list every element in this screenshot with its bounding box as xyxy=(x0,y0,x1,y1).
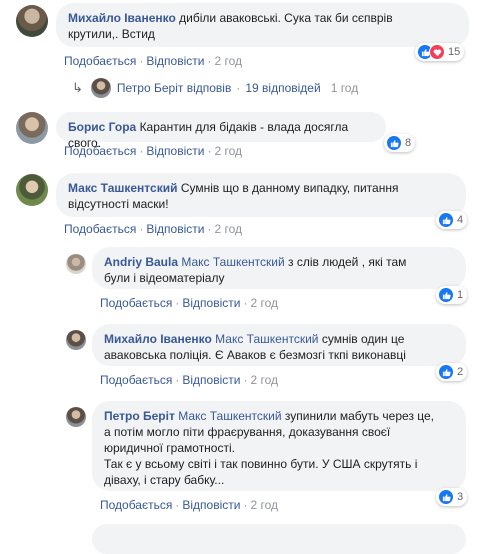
reply-text: юридичної грамотності. xyxy=(104,441,235,455)
reply-bubble: Петро Беріт Макс Ташкентский зупинили ма… xyxy=(92,401,466,491)
avatar xyxy=(90,78,111,98)
separator: · xyxy=(243,498,248,512)
reply-author[interactable]: Andriy Baula xyxy=(104,255,178,269)
reply-text: зупинили мабуть через це, xyxy=(284,409,435,423)
reply-author[interactable]: Петро Беріт xyxy=(104,409,175,423)
comment-author[interactable]: Михайло Іваненко xyxy=(68,11,176,25)
reply-actions: Подобається · Відповісти · 2 год xyxy=(100,498,278,512)
separator: · xyxy=(243,296,248,310)
reply-text: аваковська поліція. Є Аваков є безмозгі … xyxy=(104,348,406,362)
reaction-count: 1 xyxy=(457,289,464,301)
like-icon xyxy=(438,212,454,228)
mention-link[interactable]: Макс Ташкентский xyxy=(178,409,281,423)
avatar[interactable] xyxy=(66,407,86,427)
reply-link[interactable]: Відповісти xyxy=(146,144,204,158)
reaction-count: 8 xyxy=(405,137,412,149)
timestamp[interactable]: 2 год xyxy=(214,222,242,236)
reply-bubble xyxy=(92,524,466,554)
reply-text: з слів людей , які там xyxy=(288,255,407,269)
reply-link[interactable]: Відповісти xyxy=(146,54,204,68)
separator: · xyxy=(207,144,212,158)
comment-bubble: Борис Гора Карантин для бідаків - влада … xyxy=(56,112,386,150)
replier-verb: відповів xyxy=(186,81,232,95)
reaction-count: 4 xyxy=(457,214,464,226)
reaction-summary[interactable]: 1 xyxy=(436,286,468,304)
timestamp[interactable]: 2 год xyxy=(214,54,242,68)
reply-link[interactable]: Відповісти xyxy=(182,373,240,387)
separator: · xyxy=(207,54,212,68)
reaction-summary[interactable]: 15 xyxy=(415,43,465,61)
love-icon xyxy=(429,44,445,60)
comment-actions: Подобається · Відповісти · 2 год xyxy=(64,54,242,68)
comment-bubble: Михайло Іваненко дибіли аваковські. Сука… xyxy=(56,3,469,47)
reply-text: діваху, і стару бабку... xyxy=(104,473,225,487)
like-icon xyxy=(386,135,402,151)
comment-text: відсутності маски! xyxy=(68,197,169,211)
timestamp: 1 год xyxy=(330,81,359,95)
like-link[interactable]: Подобається xyxy=(64,54,136,68)
separator: · xyxy=(175,296,180,310)
reply-text: сумнів один це xyxy=(321,332,405,346)
comment-text: крутили,. Встид xyxy=(68,27,155,41)
reply-arrow-icon: ↳ xyxy=(72,80,83,95)
separator: · xyxy=(139,222,144,236)
separator: · xyxy=(243,373,248,387)
reply-text: були і відеоматеріалу xyxy=(104,271,225,285)
separator: · xyxy=(207,222,212,236)
timestamp[interactable]: 2 год xyxy=(250,373,278,387)
replier-name: Петро Беріт xyxy=(116,81,184,95)
separator: · xyxy=(175,498,180,512)
reply-bubble: Михайло Іваненко Макс Ташкентский сумнів… xyxy=(92,324,466,366)
separator: · xyxy=(139,54,144,68)
separator: · xyxy=(175,373,180,387)
avatar[interactable] xyxy=(66,330,86,350)
reaction-summary[interactable]: 8 xyxy=(384,134,416,152)
like-link[interactable]: Подобається xyxy=(64,144,136,158)
reply-text: а потім могло піти фраєрування, доказува… xyxy=(104,425,391,439)
mention-link[interactable]: Макс Ташкентский xyxy=(215,332,318,346)
avatar[interactable] xyxy=(16,174,48,206)
reaction-count: 3 xyxy=(457,491,464,503)
timestamp[interactable]: 2 год xyxy=(250,498,278,512)
reply-link[interactable]: Відповісти xyxy=(146,222,204,236)
like-link[interactable]: Подобається xyxy=(64,222,136,236)
view-replies-link[interactable]: ↳ Петро Беріт відповів · 19 відповідей 1… xyxy=(72,78,358,98)
comment-actions: Подобається · Відповісти · 2 год xyxy=(64,222,242,236)
comment-text: Сумнів що в данному випадку, питання xyxy=(180,181,399,195)
like-icon xyxy=(438,364,454,380)
separator: · xyxy=(236,81,241,95)
reply-actions: Подобається · Відповісти · 2 год xyxy=(100,373,278,387)
reaction-summary[interactable]: 2 xyxy=(436,363,468,381)
like-icon xyxy=(438,287,454,303)
comment-author[interactable]: Борис Гора xyxy=(68,120,136,134)
comment-author[interactable]: Макс Ташкентский xyxy=(68,181,177,195)
reply-bubble: Andriy Baula Макс Ташкентский з слів люд… xyxy=(92,247,466,289)
comment-text: дибіли аваковські. Сука так би сєпврів xyxy=(179,11,393,25)
timestamp[interactable]: 2 год xyxy=(214,144,242,158)
separator: · xyxy=(139,144,144,158)
mention-link[interactable]: Макс Ташкентский xyxy=(181,255,284,269)
reply-author[interactable]: Михайло Іваненко xyxy=(104,332,212,346)
like-link[interactable]: Подобається xyxy=(100,373,172,387)
reaction-summary[interactable]: 4 xyxy=(436,211,468,229)
comment-bubble: Макс Ташкентский Сумнів що в данному вип… xyxy=(56,173,466,217)
like-icon xyxy=(438,489,454,505)
like-link[interactable]: Подобається xyxy=(100,498,172,512)
avatar[interactable] xyxy=(16,112,48,144)
reaction-summary[interactable]: 3 xyxy=(436,488,468,506)
like-link[interactable]: Подобається xyxy=(100,296,172,310)
reaction-count: 15 xyxy=(448,46,461,58)
reply-link[interactable]: Відповісти xyxy=(182,296,240,310)
avatar[interactable] xyxy=(16,5,48,37)
reply-actions: Подобається · Відповісти · 2 год xyxy=(100,296,278,310)
replies-count: 19 відповідей xyxy=(245,81,321,95)
timestamp[interactable]: 2 год xyxy=(250,296,278,310)
avatar[interactable] xyxy=(66,254,86,274)
reaction-count: 2 xyxy=(457,366,464,378)
comment-actions: Подобається · Відповісти · 2 год xyxy=(64,144,242,158)
reply-link[interactable]: Відповісти xyxy=(182,498,240,512)
reply-text: Так є у всьому світі і так повинно бути.… xyxy=(104,457,418,471)
